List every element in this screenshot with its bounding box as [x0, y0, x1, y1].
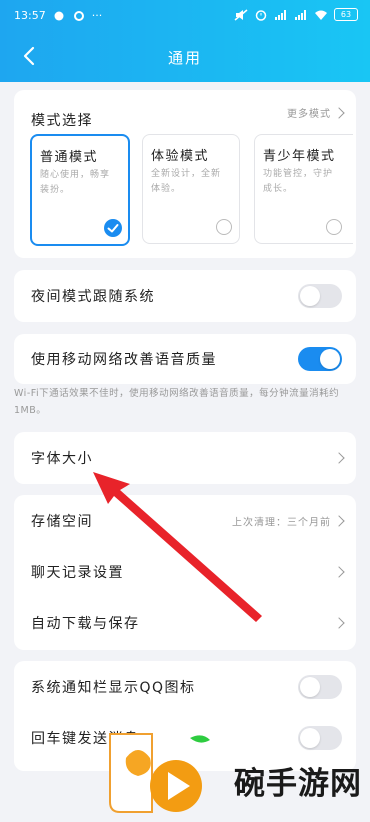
- mobile-voice-hint: Wi-Fi下通话效果不佳时，使用移动网络改善语音质量，每分钟流量消耗约1MB。: [14, 388, 340, 416]
- auto-download-row[interactable]: 自动下载与保存: [14, 598, 356, 648]
- app-header: 13:57 ··· 63 通用: [0, 0, 370, 82]
- check-circle-icon: [104, 219, 122, 237]
- status-bar: 13:57 ··· 63: [0, 0, 370, 30]
- more-modes-link[interactable]: 更多模式: [256, 102, 356, 124]
- chevron-right-icon: [333, 515, 345, 527]
- auto-download-label: 自动下载与保存: [31, 616, 140, 632]
- mobile-voice-row: 使用移动网络改善语音质量: [14, 334, 356, 384]
- page-title: 通用: [167, 49, 202, 67]
- status-time: 13:57: [14, 9, 46, 22]
- alarm-icon: [255, 9, 267, 21]
- settings-notification-icon: [73, 10, 84, 21]
- mode-section-title: 模式选择: [31, 113, 93, 129]
- radio-unchecked-icon: [326, 219, 342, 235]
- mode-selection-card: 模式选择 更多模式 普通模式 随心使用，畅享装扮。 体验模式 全新设计，全新体验…: [14, 90, 356, 258]
- mode-option-teen[interactable]: 青少年模式 功能管控，守护成长。: [254, 134, 353, 244]
- notify-icon-label: 系统通知栏显示QQ图标: [31, 680, 196, 696]
- mode-option-experience[interactable]: 体验模式 全新设计，全新体验。: [142, 134, 240, 244]
- watermark-logo-icon: [109, 733, 210, 813]
- mode-desc: 功能管控，守护成长。: [263, 169, 334, 194]
- chevron-right-icon: [333, 617, 345, 629]
- night-mode-label: 夜间模式跟随系统: [31, 289, 155, 305]
- mobile-voice-card: 使用移动网络改善语音质量: [14, 334, 356, 384]
- storage-card: 存储空间 上次清理：三个月前 聊天记录设置 自动下载与保存: [14, 495, 356, 650]
- chevron-right-icon: [333, 107, 345, 119]
- toggle-knob: [300, 677, 320, 697]
- battery-icon: 63: [334, 8, 358, 21]
- mode-name: 青少年模式: [263, 149, 336, 164]
- night-mode-row: 夜间模式跟随系统: [14, 271, 356, 321]
- more-notifications-icon: ···: [91, 9, 103, 22]
- mode-option-normal[interactable]: 普通模式 随心使用，畅享装扮。: [30, 134, 130, 246]
- toggle-knob: [320, 349, 340, 369]
- wifi-icon: [315, 10, 327, 20]
- font-size-label: 字体大小: [31, 451, 93, 467]
- notify-icon-row: 系统通知栏显示QQ图标: [14, 662, 356, 712]
- font-size-row[interactable]: 字体大小: [14, 433, 356, 483]
- mobile-voice-toggle[interactable]: [298, 347, 342, 371]
- font-size-card: 字体大小: [14, 432, 356, 484]
- mode-name: 普通模式: [40, 150, 99, 165]
- chevron-right-icon: [333, 452, 345, 464]
- toggle-knob: [300, 286, 320, 306]
- more-modes-label: 更多模式: [287, 109, 331, 120]
- mute-icon: [234, 8, 248, 21]
- signal-icon-2: [295, 9, 306, 20]
- watermark: 碗手游网: [104, 728, 370, 822]
- storage-row[interactable]: 存储空间 上次清理：三个月前: [14, 496, 356, 546]
- storage-last-cleaned: 上次清理：三个月前: [232, 517, 331, 529]
- mode-desc: 随心使用，畅享装扮。: [40, 170, 111, 195]
- mobile-voice-label: 使用移动网络改善语音质量: [31, 352, 217, 368]
- mode-desc: 全新设计，全新体验。: [151, 169, 222, 194]
- mode-name: 体验模式: [151, 149, 210, 164]
- chat-history-row[interactable]: 聊天记录设置: [14, 547, 356, 597]
- app-notification-icon: [54, 11, 64, 20]
- night-mode-card: 夜间模式跟随系统: [14, 270, 356, 322]
- night-mode-toggle[interactable]: [298, 284, 342, 308]
- notify-icon-toggle[interactable]: [298, 675, 342, 699]
- signal-icon-1: [275, 9, 286, 20]
- radio-unchecked-icon: [216, 219, 232, 235]
- chat-history-label: 聊天记录设置: [31, 565, 124, 581]
- storage-label: 存储空间: [31, 514, 93, 530]
- chevron-right-icon: [333, 566, 345, 578]
- watermark-text: 碗手游网: [234, 766, 362, 802]
